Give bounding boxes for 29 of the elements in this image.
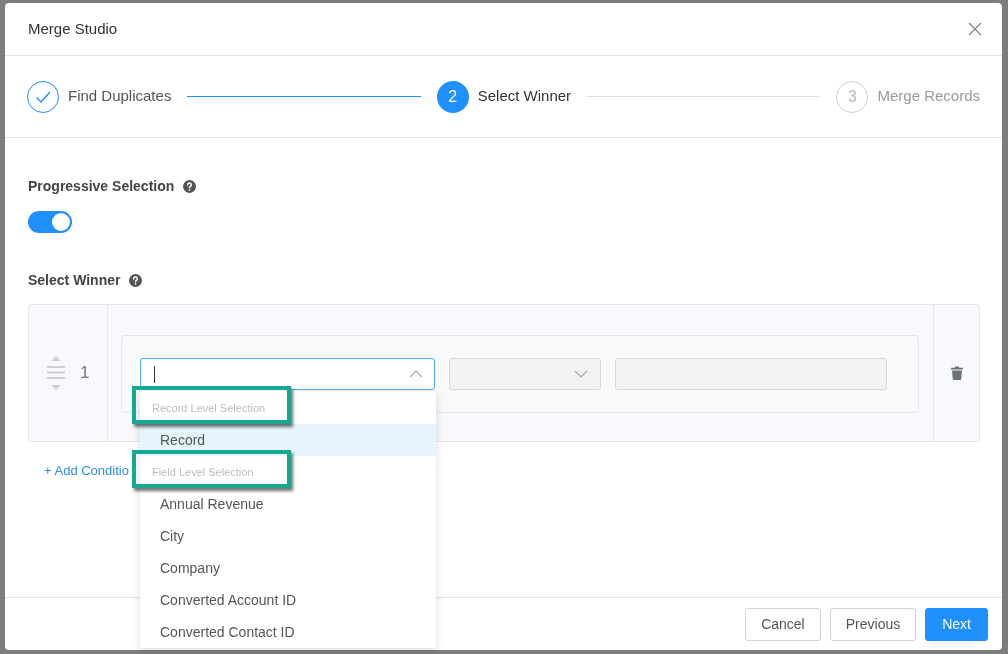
footer-button[interactable]: Previous <box>829 607 917 641</box>
section-label: Progressive Selection <box>28 176 175 196</box>
add-condition-link[interactable]: + Add Conditio <box>44 461 129 481</box>
help-icon[interactable] <box>183 179 197 193</box>
toggle-switch[interactable] <box>28 211 72 233</box>
help-icon[interactable] <box>129 273 143 287</box>
step-number: 2 <box>436 80 469 113</box>
step-label: Select Winner <box>477 86 572 107</box>
step-number: 3 <box>836 80 869 113</box>
trash-icon[interactable] <box>950 366 963 380</box>
dropdown-option[interactable]: Company <box>140 552 436 584</box>
step-label: Merge Records <box>877 86 980 107</box>
group-header: Record Level Selection <box>152 400 266 416</box>
dropdown-option[interactable]: Record <box>140 424 436 456</box>
text-cursor <box>154 365 155 383</box>
dropdown-option[interactable]: Converted Account ID <box>140 584 436 616</box>
footer-button[interactable]: Cancel <box>745 607 821 641</box>
row-number: 1 <box>80 362 90 385</box>
dropdown-option[interactable]: City <box>140 520 436 552</box>
drag-handle-icon[interactable] <box>47 356 65 390</box>
step-label: Find Duplicates <box>68 86 172 107</box>
close-icon[interactable] <box>968 22 982 36</box>
group-header: Field Level Selection <box>152 464 254 480</box>
field-select[interactable] <box>140 358 435 390</box>
dropdown-option[interactable]: Converted Contact ID <box>140 616 436 648</box>
dropdown-option[interactable]: Annual Revenue <box>140 488 436 520</box>
dialog-title: Merge Studio <box>28 18 118 39</box>
section-label: Select Winner <box>28 270 121 290</box>
chevron-up-icon[interactable] <box>409 370 423 378</box>
